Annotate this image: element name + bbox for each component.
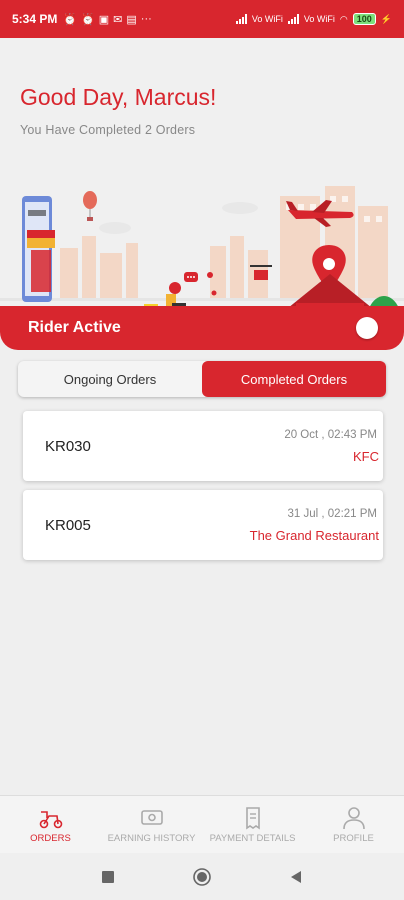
rider-active-toggle[interactable]: [344, 317, 378, 339]
network-label: Vo WiFi: [251, 14, 283, 24]
nav-earning-history[interactable]: EARNING HISTORY: [101, 796, 202, 853]
nav-orders[interactable]: ORDERS: [0, 796, 101, 853]
notification-icons: ⏰ ⏰ ▣ ✉ ▤ ···: [63, 13, 151, 26]
order-card[interactable]: KR005 31 Jul , 02:21 PM The Grand Restau…: [23, 490, 383, 560]
order-id: KR030: [45, 438, 91, 455]
toggle-knob: [356, 317, 378, 339]
order-date: 20 Oct , 02:43 PM: [284, 429, 377, 441]
alarm-icon: ⏰: [81, 13, 95, 26]
battery-icon: 100: [352, 13, 376, 25]
nav-payment-details[interactable]: PAYMENT DETAILS: [202, 796, 303, 853]
news-icon: ▤: [126, 13, 137, 26]
small-pin-icon: [211, 290, 217, 296]
nav-label: PAYMENT DETAILS: [209, 832, 296, 844]
flipboard-icon: ▣: [98, 13, 110, 26]
charging-icon: ⚡: [380, 13, 392, 24]
status-bar: 5:34 PM ⏰ ⏰ ▣ ✉ ▤ ··· Vo WiFi Vo WiFi ◠ …: [0, 0, 404, 38]
balloon-icon: [83, 191, 97, 221]
person-icon: [342, 806, 365, 829]
circle-icon: [193, 867, 211, 886]
order-restaurant: KFC: [353, 449, 379, 464]
cash-icon: [140, 809, 163, 825]
triangle-icon: [291, 870, 301, 883]
order-restaurant: The Grand Restaurant: [249, 528, 379, 543]
order-card[interactable]: KR030 20 Oct , 02:43 PM KFC: [23, 411, 383, 481]
rider-status-bar: Rider Active: [0, 306, 404, 350]
hero-header: Good Day, Marcus! You Have Completed 2 O…: [0, 38, 404, 350]
signal-icon: [287, 14, 299, 24]
recents-button[interactable]: [101, 870, 115, 884]
square-icon: [102, 870, 114, 883]
alarm-off-icon: ⏰: [63, 13, 78, 26]
order-date: 31 Jul , 02:21 PM: [287, 508, 378, 520]
more-icon: ···: [140, 13, 152, 25]
nav-label: PROFILE: [333, 832, 374, 844]
scooter-rider-illustration: [144, 282, 186, 308]
wifi-icon: ◠: [339, 13, 348, 24]
nav-profile[interactable]: PROFILE: [303, 796, 404, 853]
order-tabs: Ongoing Orders Completed Orders: [18, 361, 386, 397]
status-time: 5:34 PM: [12, 12, 58, 26]
nav-label: EARNING HISTORY: [107, 832, 196, 844]
tab-completed-orders[interactable]: Completed Orders: [202, 361, 386, 397]
home-button[interactable]: [193, 867, 211, 886]
scooter-icon: [39, 810, 62, 828]
system-navigation-bar: [0, 853, 404, 900]
small-pin-icon: [207, 272, 213, 278]
receipt-icon: [245, 806, 260, 829]
rider-status-label: Rider Active: [28, 319, 121, 336]
phone-shop-illustration: [22, 196, 55, 302]
nav-label: ORDERS: [30, 832, 71, 844]
signal-icon: [235, 14, 247, 24]
gmail-icon: ✉: [113, 13, 123, 26]
order-id: KR005: [45, 517, 91, 534]
network-label: Vo WiFi: [303, 14, 335, 24]
bottom-navigation: ORDERS EARNING HISTORY PAYMENT DETAILS P…: [0, 795, 404, 853]
system-icons: Vo WiFi Vo WiFi ◠ 100 ⚡: [235, 13, 392, 25]
tab-ongoing-orders[interactable]: Ongoing Orders: [18, 361, 202, 397]
delivery-illustration: [0, 186, 404, 308]
chat-bubble-icon: [184, 272, 198, 282]
back-button[interactable]: [289, 870, 303, 884]
